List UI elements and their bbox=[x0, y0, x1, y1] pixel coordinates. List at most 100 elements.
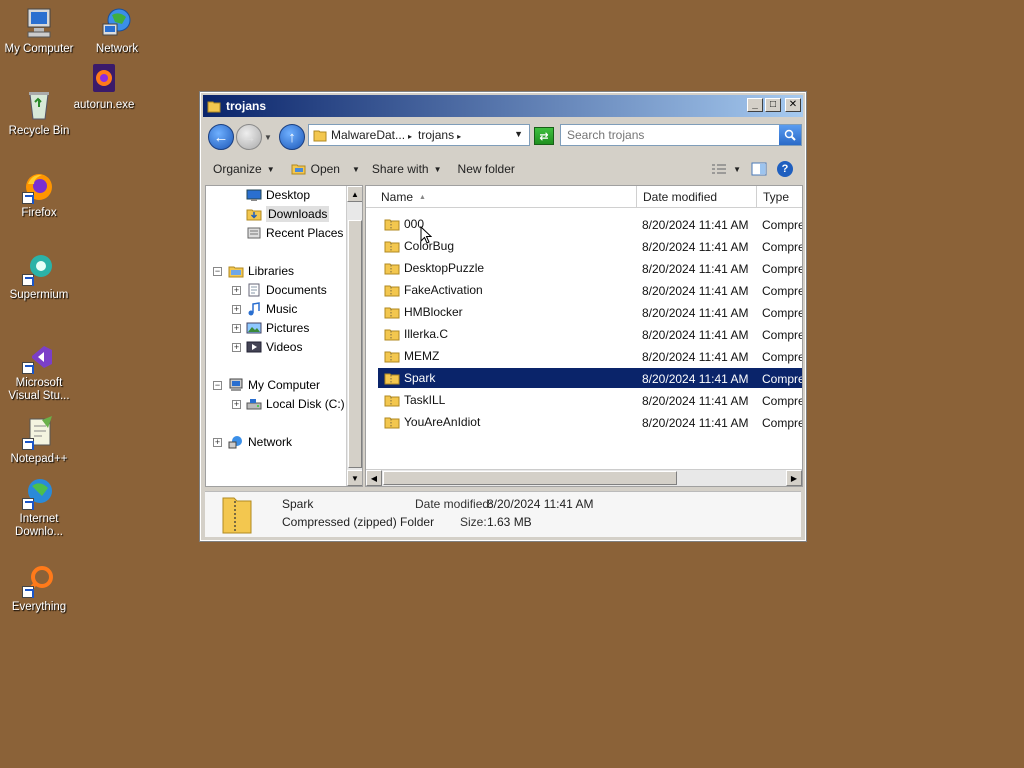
mouse-cursor-icon bbox=[420, 226, 432, 244]
folder-icon bbox=[207, 101, 221, 113]
file-name-cell: FakeActivation bbox=[384, 282, 483, 298]
search-input[interactable] bbox=[561, 125, 771, 145]
collapse-libraries-toggle[interactable]: − bbox=[213, 267, 222, 276]
close-button[interactable]: ✕ bbox=[785, 98, 801, 112]
search-button[interactable] bbox=[779, 125, 801, 145]
nav-item-documents[interactable]: Documents bbox=[246, 281, 327, 299]
recent-pages-dropdown[interactable]: ▼ bbox=[264, 133, 272, 142]
scroll-up-button[interactable]: ▲ bbox=[347, 186, 362, 202]
back-button[interactable]: ← bbox=[208, 124, 234, 150]
file-date: 8/20/2024 11:41 AM bbox=[642, 372, 749, 386]
refresh-button[interactable]: ⇄ bbox=[534, 127, 554, 145]
notepadpp-icon bbox=[22, 416, 56, 450]
desktop-icon-recycle-bin[interactable]: Recycle Bin bbox=[0, 88, 78, 138]
desktop-icon-supermium[interactable]: Supermium bbox=[0, 252, 78, 302]
nav-item-pictures[interactable]: Pictures bbox=[246, 319, 309, 337]
file-name: TaskILL bbox=[404, 393, 446, 407]
zip-folder-icon bbox=[222, 497, 252, 534]
command-bar: Organize ▼ Open ▼ Share with ▼ New folder … bbox=[205, 157, 801, 181]
nav-item-downloads[interactable]: Downloads bbox=[246, 205, 330, 223]
scroll-thumb[interactable] bbox=[383, 471, 677, 485]
file-name: FakeActivation bbox=[404, 283, 483, 297]
open-dropdown-button[interactable]: ▼ bbox=[348, 165, 364, 174]
desktop-icon-notepadpp[interactable]: Notepad++ bbox=[0, 416, 78, 466]
desktop-icon-firefox[interactable]: Firefox bbox=[0, 170, 78, 220]
column-header-name[interactable]: Name ▲ bbox=[375, 186, 637, 208]
nav-item-network[interactable]: Network bbox=[228, 433, 292, 451]
file-row[interactable]: DesktopPuzzle 8/20/2024 11:41 AM Compres bbox=[378, 258, 802, 278]
breadcrumb-item[interactable]: trojans ▸ bbox=[418, 128, 461, 142]
expand-videos-toggle[interactable]: + bbox=[232, 343, 241, 352]
minimize-button[interactable]: _ bbox=[747, 98, 763, 112]
network-icon bbox=[228, 436, 242, 449]
desktop-icon-visual-studio[interactable]: Microsoft Visual Stu... bbox=[0, 340, 78, 403]
scroll-thumb[interactable] bbox=[348, 220, 362, 468]
expand-documents-toggle[interactable]: + bbox=[232, 286, 241, 295]
file-row[interactable]: FakeActivation 8/20/2024 11:41 AM Compres bbox=[378, 280, 802, 300]
file-row[interactable]: HMBlocker 8/20/2024 11:41 AM Compres bbox=[378, 302, 802, 322]
breadcrumb-item[interactable]: MalwareDat... ▸ bbox=[331, 128, 412, 142]
address-dropdown-icon[interactable]: ▼ bbox=[514, 129, 523, 139]
file-row[interactable]: TaskILL 8/20/2024 11:41 AM Compres bbox=[378, 390, 802, 410]
file-row[interactable]: ColorBug8/20/2024 11:41 AMCompres bbox=[378, 236, 802, 256]
recycle-bin-icon bbox=[22, 88, 56, 122]
file-name: HMBlocker bbox=[404, 305, 463, 319]
nav-scrollbar[interactable]: ▲ ▼ bbox=[346, 186, 362, 486]
nav-item-libraries[interactable]: Libraries bbox=[228, 262, 294, 280]
desktop-icon-label: Internet Downlo... bbox=[15, 513, 63, 538]
title-bar[interactable]: trojans _ □ ✕ bbox=[203, 95, 803, 117]
search-box bbox=[560, 124, 802, 146]
up-button[interactable]: ↑ bbox=[279, 124, 305, 150]
desktop-icon-network[interactable]: Network bbox=[78, 6, 156, 56]
nav-item-music[interactable]: Music bbox=[246, 300, 297, 318]
column-header-type[interactable]: Type bbox=[757, 186, 802, 208]
expand-music-toggle[interactable]: + bbox=[232, 305, 241, 314]
nav-item-desktop[interactable]: Desktop bbox=[246, 186, 310, 204]
file-date: 8/20/2024 11:41 AM bbox=[642, 328, 749, 342]
new-folder-button[interactable]: New folder bbox=[450, 162, 523, 176]
details-size-label: Size: bbox=[460, 515, 487, 529]
zip-folder-icon bbox=[384, 329, 400, 341]
forward-button[interactable]: → bbox=[236, 124, 262, 150]
maximize-button[interactable]: □ bbox=[765, 98, 781, 112]
nav-item-my-computer[interactable]: My Computer bbox=[228, 376, 320, 394]
scroll-right-button[interactable]: ▶ bbox=[786, 470, 802, 486]
shortcut-arrow-icon bbox=[22, 362, 34, 374]
collapse-my-computer-toggle[interactable]: − bbox=[213, 381, 222, 390]
desktop-icon-everything[interactable]: Everything bbox=[0, 564, 78, 614]
scroll-down-button[interactable]: ▼ bbox=[347, 470, 362, 486]
file-row[interactable]: MEMZ 8/20/2024 11:41 AM Compres bbox=[378, 346, 802, 366]
shortcut-arrow-icon bbox=[22, 192, 34, 204]
zip-folder-icon bbox=[384, 263, 400, 275]
share-with-button[interactable]: Share with ▼ bbox=[364, 162, 450, 176]
desktop-icon-my-computer[interactable]: My Computer bbox=[0, 6, 78, 56]
file-list-scrollbar[interactable]: ◀ ▶ bbox=[366, 469, 802, 486]
nav-item-local-disk[interactable]: Local Disk (C:) bbox=[246, 395, 345, 413]
address-bar[interactable]: MalwareDat... ▸ trojans ▸ ▼ bbox=[308, 124, 530, 146]
drive-icon bbox=[246, 399, 262, 410]
desktop-icon-internet-download[interactable]: Internet Downlo... bbox=[0, 476, 78, 539]
file-row[interactable]: Spark 8/20/2024 11:41 AM Compres bbox=[378, 368, 802, 388]
column-header-date-modified[interactable]: Date modified bbox=[637, 186, 757, 208]
nav-item-recent-places[interactable]: Recent Places bbox=[246, 224, 343, 242]
help-button[interactable]: ? bbox=[777, 161, 793, 177]
expand-pictures-toggle[interactable]: + bbox=[232, 324, 241, 333]
file-row[interactable]: 000 8/20/2024 11:41 AM Compres bbox=[378, 214, 802, 234]
file-row[interactable]: YouAreAnIdiot 8/20/2024 11:41 AM Compres bbox=[378, 412, 802, 432]
zip-folder-icon bbox=[384, 351, 400, 363]
open-button[interactable]: Open bbox=[283, 162, 348, 176]
zip-folder-icon bbox=[384, 373, 400, 385]
file-date: 8/20/2024 11:41 AM bbox=[642, 416, 749, 430]
desktop-icon-label: autorun.exe bbox=[73, 99, 135, 111]
file-date: 8/20/2024 11:41 AM bbox=[642, 350, 749, 364]
file-row[interactable]: Illerka.C 8/20/2024 11:41 AM Compres bbox=[378, 324, 802, 344]
nav-item-videos[interactable]: Videos bbox=[246, 338, 302, 356]
shortcut-arrow-icon bbox=[22, 274, 34, 286]
expand-local-disk-toggle[interactable]: + bbox=[232, 400, 241, 409]
scroll-left-button[interactable]: ◀ bbox=[366, 470, 382, 486]
expand-network-toggle[interactable]: + bbox=[213, 438, 222, 447]
view-options-button[interactable]: ▼ bbox=[711, 163, 741, 175]
recent-places-icon bbox=[247, 227, 261, 239]
preview-pane-icon[interactable] bbox=[751, 162, 767, 176]
organize-button[interactable]: Organize ▼ bbox=[205, 162, 283, 176]
